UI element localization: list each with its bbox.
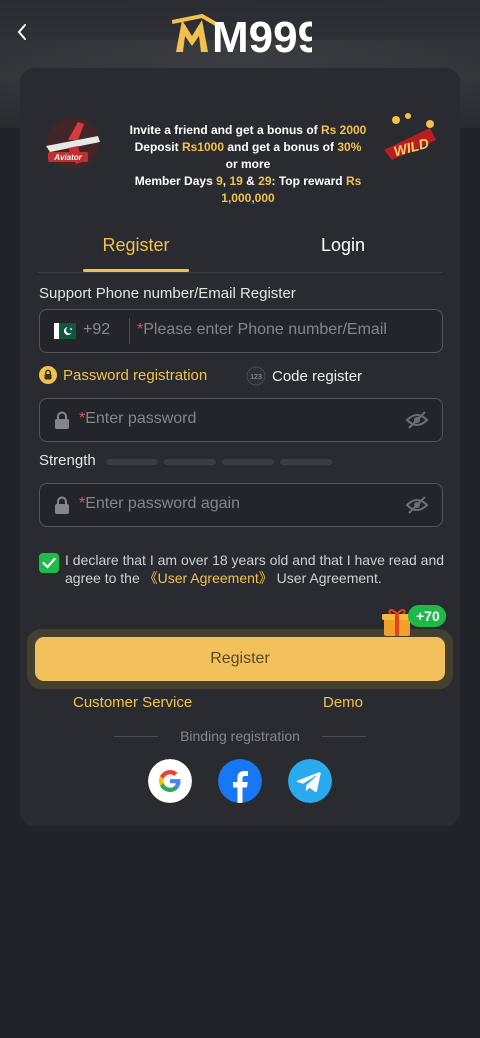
binding-registration-label: Binding registration: [180, 728, 300, 744]
brand-logo: M999: [172, 13, 312, 58]
strength-bar-2: [164, 459, 216, 465]
tab-register[interactable]: Register: [83, 228, 189, 272]
strength-bar-1: [106, 459, 158, 465]
eye-off-icon[interactable]: [405, 495, 429, 515]
phone-email-placeholder: *Please enter Phone number/Email: [137, 321, 387, 338]
strength-bar-4: [280, 459, 332, 465]
facebook-icon[interactable]: [218, 759, 262, 803]
user-agreement-link[interactable]: 《User Agreement》: [144, 570, 273, 586]
lock-icon: [55, 496, 69, 514]
promo-text: Invite a friend and get a bonus of Rs 20…: [129, 123, 367, 205]
password-registration-option[interactable]: Password registration: [39, 366, 207, 384]
register-section-label: Support Phone number/Email Register: [39, 285, 296, 302]
demo-link[interactable]: Demo: [323, 694, 363, 711]
numeric-code-icon: 123: [246, 366, 266, 386]
binding-divider-right: [322, 736, 366, 737]
password-registration-label: Password registration: [63, 366, 208, 384]
pakistan-flag-icon: [54, 323, 76, 339]
agreement-text: I declare that I am over 18 years old an…: [65, 552, 445, 586]
confirm-password-placeholder: *Enter password again: [79, 495, 240, 512]
chevron-left-icon: [17, 24, 26, 40]
confirm-password-field[interactable]: *Enter password again: [39, 483, 443, 527]
tab-login[interactable]: Login: [293, 228, 393, 272]
agreement-checkbox[interactable]: [39, 553, 59, 573]
promo-banner[interactable]: Aviator Invite a friend and get a bonus …: [38, 104, 442, 205]
back-button[interactable]: [10, 20, 34, 44]
google-icon[interactable]: [148, 759, 192, 803]
svg-text:Aviator: Aviator: [53, 153, 82, 162]
aviator-plane-icon: Aviator: [46, 117, 100, 169]
auth-tabs: Register Login: [38, 228, 442, 273]
lock-icon: [55, 411, 69, 429]
password-placeholder: *Enter password: [79, 410, 197, 427]
code-register-option[interactable]: 123 Code register: [246, 366, 362, 386]
strength-bar-3: [222, 459, 274, 465]
eye-off-icon[interactable]: [405, 410, 429, 430]
register-button[interactable]: Register: [35, 637, 445, 681]
code-register-label: Code register: [272, 367, 363, 385]
logo-text: M999: [212, 13, 312, 58]
bonus-badge: +70: [408, 605, 446, 627]
lock-icon: [39, 366, 57, 384]
field-divider: [129, 318, 130, 344]
wild-slot-icon: WILD: [384, 113, 436, 160]
svg-text:WILD: WILD: [392, 135, 431, 160]
country-code[interactable]: +92: [83, 321, 110, 339]
checkmark-icon: [42, 557, 56, 569]
customer-service-link[interactable]: Customer Service: [73, 694, 192, 711]
svg-text:123: 123: [250, 374, 262, 381]
strength-label: Strength: [39, 452, 96, 469]
password-field[interactable]: *Enter password: [39, 398, 443, 442]
telegram-icon[interactable]: [288, 759, 332, 803]
phone-email-field[interactable]: +92 *Please enter Phone number/Email: [39, 309, 443, 353]
